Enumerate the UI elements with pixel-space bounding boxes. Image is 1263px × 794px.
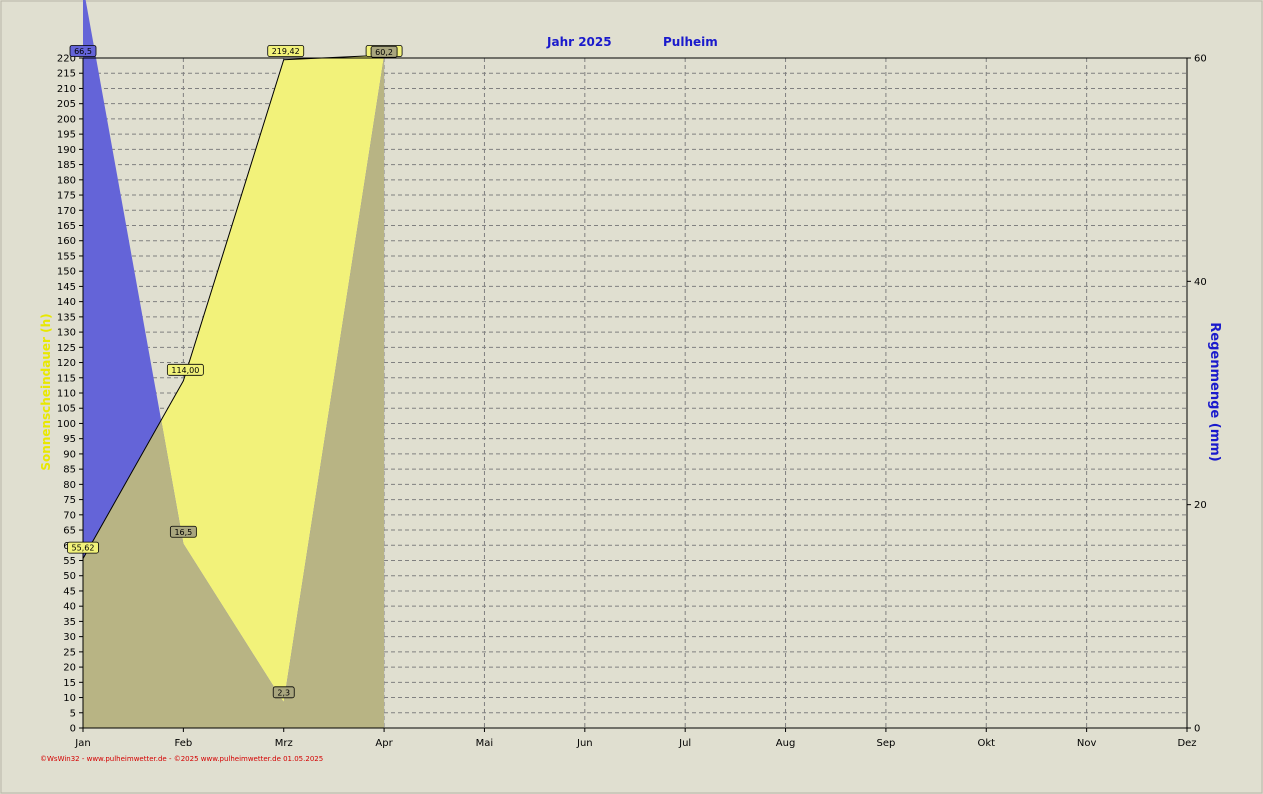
data-label-rain: 60,2 (370, 45, 398, 58)
data-label-rain-text: 2,3 (277, 688, 290, 697)
data-label-sunshine-text: 219,42 (272, 47, 300, 56)
y-axis-label-left: Sonnenscheindauer (h) (39, 313, 53, 470)
data-label-sunshine-text: 114,00 (171, 366, 199, 375)
x-tick-label: Jun (576, 738, 593, 749)
y-tick-label-left: 95 (63, 434, 76, 445)
y-tick-label-left: 40 (63, 602, 76, 613)
x-tick-label: Dez (1177, 738, 1196, 749)
y-tick-label-left: 145 (57, 282, 76, 293)
y-tick-label-left: 70 (63, 510, 76, 521)
y-tick-label-left: 175 (57, 191, 76, 202)
y-tick-label-left: 190 (57, 145, 76, 156)
x-tick-label: Aug (776, 738, 796, 749)
x-tick-label: Okt (977, 738, 995, 749)
data-label-rain-text: 16,5 (174, 528, 192, 537)
y-tick-label-left: 25 (63, 647, 76, 658)
sunshine-rain-chart: Jahr 2025 Pulheim 0 5 10 15 20 25 30 35 40 45 50 55… (0, 0, 1263, 794)
y-tick-label-left: 30 (63, 632, 76, 643)
y-tick-label-left: 105 (57, 404, 76, 415)
y-tick-label-left: 135 (57, 312, 76, 323)
y-tick-label-left: 5 (70, 708, 76, 719)
data-label-sunshine: 55,62 (67, 541, 99, 554)
data-label-rain-text: 66,5 (74, 47, 92, 56)
x-tick-label: Feb (175, 738, 193, 749)
x-tick-label: Nov (1077, 738, 1097, 749)
data-label-sunshine-text: 55,62 (72, 544, 95, 553)
y-tick-label-left: 185 (57, 160, 76, 171)
data-label-sunshine: 219,42 (267, 45, 305, 57)
y-tick-label-left: 20 (63, 663, 76, 674)
data-label-rain-text: 60,2 (375, 48, 393, 57)
footer-copyright: ©WsWin32 - www.pulheimwetter.de - ©2025 … (40, 755, 323, 763)
y-tick-label-left: 130 (57, 328, 76, 339)
data-label-rain: 2,3 (272, 686, 295, 699)
y-axis-label-right: Regenmenge (mm) (1207, 322, 1222, 461)
y-tick-label-left: 80 (63, 480, 76, 491)
y-tick-label-left: 120 (57, 358, 76, 369)
x-tick-label: Jan (74, 738, 90, 749)
y-tick-label-left: 180 (57, 175, 76, 186)
data-label-rain: 16,5 (169, 525, 197, 538)
y-tick-label-left: 150 (57, 267, 76, 278)
y-tick-label-left: 10 (63, 693, 76, 704)
data-label-rain: 66,5 (69, 45, 97, 57)
y-tick-label-left: 15 (63, 678, 76, 689)
y-tick-label-left: 155 (57, 251, 76, 262)
y-tick-label-left: 200 (57, 114, 76, 125)
y-tick-label-left: 125 (57, 343, 76, 354)
y-tick-label-left: 110 (57, 389, 76, 400)
chart-title-location: Pulheim (663, 35, 718, 49)
y-tick-label-left: 205 (57, 99, 76, 110)
y-tick-label-left: 75 (63, 495, 76, 506)
y-tick-label-left: 85 (63, 465, 76, 476)
y-tick-label-left: 55 (63, 556, 76, 567)
y-tick-label-right: 40 (1194, 277, 1207, 288)
x-tick-label: Sep (876, 738, 895, 749)
y-tick-label-left: 65 (63, 526, 76, 537)
y-tick-label-left: 210 (57, 84, 76, 95)
x-tick-label: Mrz (275, 738, 293, 749)
x-tick-label: Apr (375, 738, 393, 749)
y-tick-label-left: 160 (57, 236, 76, 247)
y-tick-label-left: 115 (57, 373, 76, 384)
x-tick-label: Mai (476, 738, 494, 749)
y-tick-label-left: 90 (63, 449, 76, 460)
y-tick-label-left: 0 (70, 724, 76, 735)
y-tick-label-left: 50 (63, 571, 76, 582)
y-tick-label-left: 215 (57, 69, 76, 80)
y-tick-label-left: 170 (57, 206, 76, 217)
data-label-sunshine: 114,00 (166, 363, 204, 376)
y-tick-label-left: 35 (63, 617, 76, 628)
y-tick-label-left: 100 (57, 419, 76, 430)
y-tick-label-right: 0 (1194, 724, 1200, 735)
y-tick-label-left: 45 (63, 586, 76, 597)
y-tick-label-right: 60 (1194, 54, 1207, 65)
x-tick-label: Jul (678, 738, 691, 749)
chart-title-year: Jahr 2025 (546, 35, 612, 49)
y-tick-label-left: 195 (57, 130, 76, 141)
y-tick-label-left: 165 (57, 221, 76, 232)
y-tick-label-left: 140 (57, 297, 76, 308)
y-tick-label-right: 20 (1194, 500, 1207, 511)
